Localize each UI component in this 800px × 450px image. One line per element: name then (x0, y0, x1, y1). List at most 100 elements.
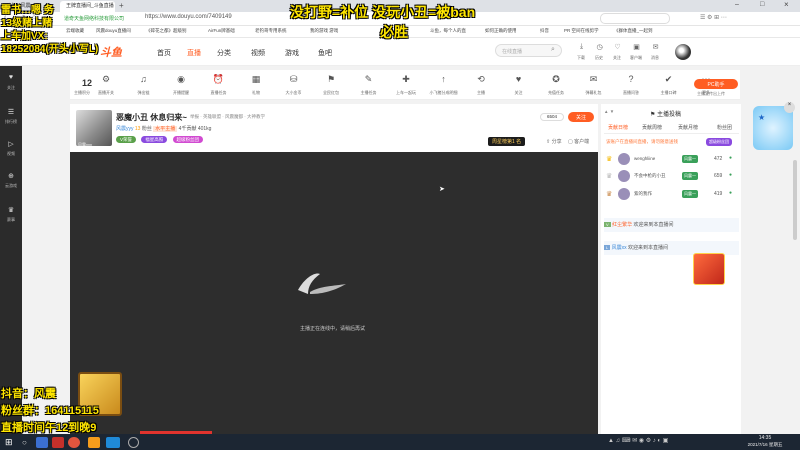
nav-live[interactable]: 直播 (187, 48, 201, 58)
toolbar-item-icon[interactable]: ✎ (357, 74, 381, 85)
site-identity[interactable]: 道奇天鱼网络科技有限公司 (64, 15, 124, 22)
vip-badge[interactable]: V荣誉 (116, 136, 137, 143)
toolbar-item-icon[interactable]: ✔ (657, 74, 681, 85)
weekly-rank-button[interactable]: 周星榜第1 名 (488, 137, 526, 146)
taskbar-app-icon[interactable] (52, 437, 64, 448)
bookmark-item[interactable]: 云端收藏 (66, 28, 84, 34)
bookmark-item[interactable]: 如何正确的使用 (485, 28, 517, 34)
client-button[interactable]: ▢ 客户端 (568, 138, 589, 145)
message-icon[interactable]: ✉ (650, 43, 661, 51)
nav-games[interactable]: 游戏 (285, 48, 299, 58)
toolbar-item-icon[interactable]: ✪ (544, 74, 568, 85)
close-icon[interactable]: × (784, 0, 789, 9)
chat-user[interactable]: 风震xx (612, 245, 627, 251)
toolbar-item-icon[interactable]: ⟲ (469, 74, 493, 85)
super-fan-button[interactable]: 超级粉丝团 (706, 138, 732, 146)
bookmark-item[interactable]: 《群体直播_一起到 (614, 28, 653, 34)
promo-banner[interactable] (693, 253, 725, 285)
toolbar-item-icon[interactable]: ♫ (132, 74, 156, 84)
tab-monthly[interactable]: 贡献月榜 (678, 124, 698, 131)
system-tray-icons[interactable]: ▲ ♫ ⌨ ✉ ◉ ⚙ ♪ ◐ ▣ (608, 437, 668, 444)
toolbar-item-icon[interactable]: ▦ (244, 74, 268, 85)
tab-daily[interactable]: 贡献日榜 (608, 124, 628, 131)
toolbar-item-icon[interactable]: ? (619, 74, 643, 84)
taskbar-app-icon[interactable] (88, 437, 100, 448)
pc-assistant-button[interactable]: PC助手 (694, 79, 738, 89)
rank-badge: 风震一 (682, 155, 698, 163)
nav-fishbar[interactable]: 鱼吧 (318, 48, 332, 58)
toolbar-item-icon[interactable]: ◉ (169, 74, 193, 85)
nav-home[interactable]: 首页 (157, 48, 171, 58)
gamepad-icon[interactable]: ⊕ (0, 172, 22, 180)
toolbar-item-icon[interactable]: ✚ (394, 74, 418, 85)
fan-group-badge[interactable]: 超级粉丝团 (172, 136, 204, 143)
follow-icon[interactable]: ♡ (612, 43, 623, 51)
rank-user[interactable]: 不会中枪的小丑 (634, 173, 666, 179)
client-icon[interactable]: ▣ (631, 43, 642, 51)
trophy-icon[interactable]: ♛ (0, 206, 22, 214)
toolbar-item-label: 直播开关 (98, 90, 114, 95)
user-avatar[interactable] (675, 44, 691, 60)
header-icon-label: 消息 (651, 55, 659, 60)
room-tags[interactable]: 举报 · 英雄联盟 · 风震魔都 · 大神教学 (190, 114, 265, 120)
tag[interactable]: 英雄联盟 (203, 114, 221, 119)
share-button[interactable]: ⇪ 分享 (546, 138, 562, 145)
nav-category[interactable]: 分类 (217, 48, 231, 58)
toolbar-item-icon[interactable]: ⚙ (94, 74, 118, 85)
toolbar-item-icon[interactable]: ⛁ (282, 74, 306, 85)
browser-search-box[interactable] (600, 13, 670, 24)
site-logo[interactable]: 斗鱼 (100, 44, 122, 60)
toolbar-item-icon[interactable]: ⏰ (207, 74, 231, 85)
history-icon[interactable]: ◷ (594, 43, 605, 51)
rank-user[interactable]: wenghliine (634, 156, 655, 161)
close-widget-icon[interactable]: × (784, 102, 795, 113)
minimize-icon[interactable]: – (735, 1, 739, 8)
rank-icon[interactable]: ☰ (0, 108, 22, 116)
toolbar-item-icon[interactable]: ✉ (582, 74, 606, 85)
bookmark-item[interactable]: 风震douyu直播间 (96, 28, 131, 34)
taskbar-app-icon[interactable] (128, 437, 139, 448)
tab-weekly[interactable]: 贡献周榜 (642, 124, 662, 131)
toolbar-item-icon[interactable]: ⚑ (319, 74, 343, 85)
nav-video[interactable]: 视频 (251, 48, 265, 58)
search-icon[interactable]: ○ (22, 438, 27, 447)
tag[interactable]: 大神教学 (247, 114, 265, 119)
bookmark-item[interactable]: 《碎花之都》超级别 (146, 28, 187, 34)
taskbar-app-icon[interactable] (36, 437, 48, 448)
search-icon[interactable]: ⌕ (551, 46, 555, 54)
toolbar-item-icon[interactable]: ♥ (507, 74, 531, 84)
follow-button[interactable]: 关注 (568, 112, 594, 122)
bookmark-item[interactable]: 抖音 (540, 28, 549, 34)
extension-icon[interactable]: ☰ ⚙ ⊞ ⋯ (700, 14, 727, 21)
clock-time[interactable]: 14:35 (740, 435, 790, 441)
toolbar-item-label: 关注 (514, 90, 523, 95)
rank-row[interactable]: ♛ 不会中枪的小丑 风震一 659 ● (604, 170, 739, 184)
report-link[interactable]: 举报 (190, 114, 199, 119)
bookmark-item[interactable]: PR 空间在线剪学 (564, 28, 599, 34)
download-icon[interactable]: ⤓ (576, 43, 587, 51)
maximize-icon[interactable]: □ (760, 1, 764, 8)
follow-icon[interactable]: ♥ (0, 74, 22, 81)
taskbar-app-icon[interactable] (68, 437, 80, 448)
streamer-name[interactable]: 风震yyy (116, 126, 134, 132)
taskbar-browser-icon[interactable] (106, 437, 120, 448)
bookmark-item[interactable]: 我的游戏 游戏 (310, 28, 338, 34)
toolbar-item-icon[interactable]: ↑ (432, 74, 456, 84)
chat-user[interactable]: 红尘繁华 (612, 222, 632, 228)
rank-row[interactable]: ♛ wenghliine 风震一 472 ● (604, 153, 739, 167)
new-tab-button[interactable]: + (119, 1, 124, 10)
url-field[interactable]: https://www.douyu.com/7409149 (145, 14, 232, 20)
video-icon[interactable]: ▷ (0, 140, 22, 148)
bookmark-item[interactable]: AirFun牌基础 (208, 28, 235, 34)
rank-user[interactable]: 紫的我作 (634, 191, 652, 197)
browser-tab-active[interactable]: 王牌直播间_斗鱼直播 (60, 1, 115, 12)
start-icon[interactable]: ⊞ (5, 437, 13, 448)
streamer-avatar[interactable] (76, 110, 112, 146)
tab-fans[interactable]: 粉丝团 (717, 124, 732, 131)
bookmark-item[interactable]: 斗鱼，每个人的直 (430, 28, 466, 34)
bookmark-item[interactable]: 老钓哥专用系统 (255, 28, 287, 34)
rank-row[interactable]: ♛ 紫的我作 风震一 419 ● (604, 188, 739, 202)
tag[interactable]: 风震魔都 (225, 114, 243, 119)
lucky-badge[interactable]: 福星高照 (141, 136, 168, 143)
scrollbar[interactable] (793, 160, 797, 240)
